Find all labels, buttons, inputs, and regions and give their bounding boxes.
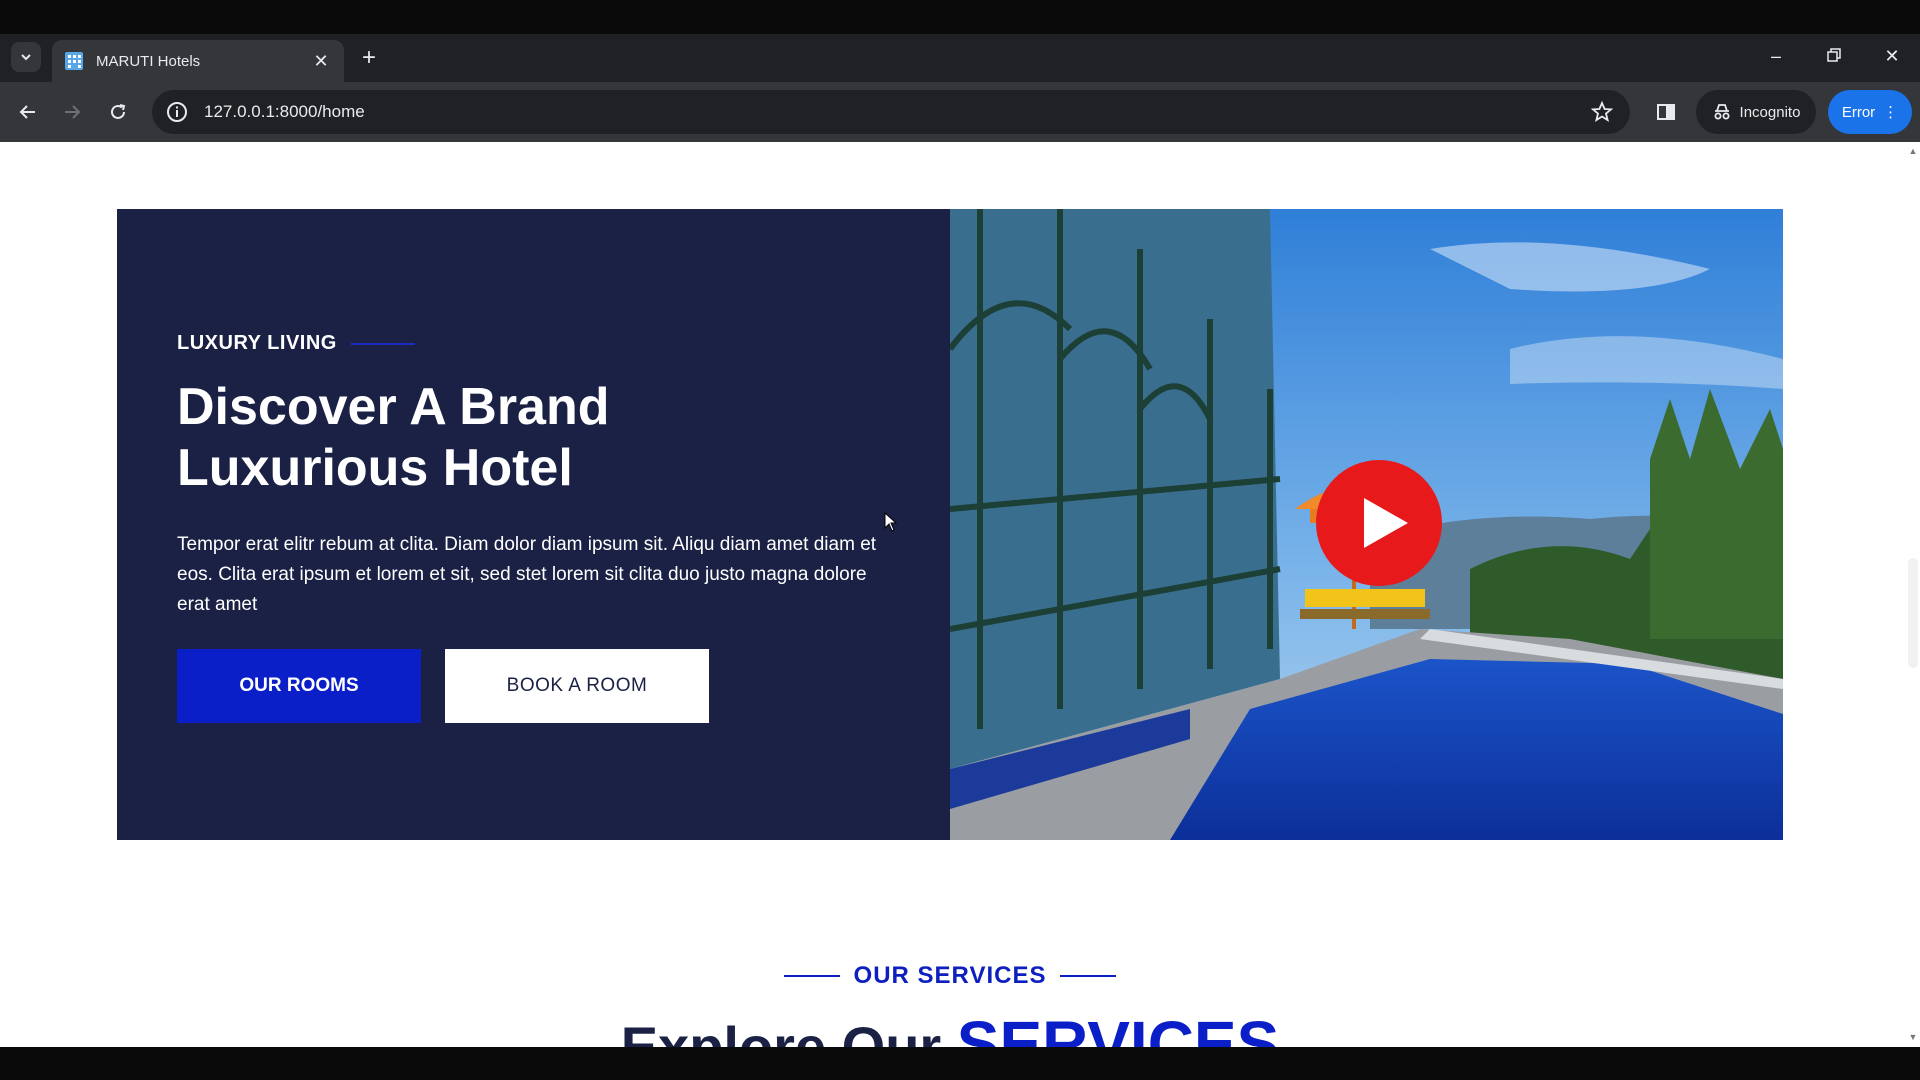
url-text: 127.0.0.1:8000/home [204,102,365,121]
hero-section: LUXURY LIVING Discover A Brand Luxurious… [117,209,1783,840]
close-icon[interactable]: ✕ [310,51,332,72]
browser-tab[interactable]: MARUTI Hotels ✕ [52,40,344,82]
browser-toolbar: 127.0.0.1:8000/home Incognito Error ⋮ [0,82,1920,142]
new-tab-button[interactable]: + [356,46,382,72]
incognito-indicator[interactable]: Incognito [1696,90,1816,134]
error-label: Error [1841,103,1876,121]
services-section: OUR SERVICES Explore Our SERVICES [0,962,1900,1047]
page-viewport: LUXURY LIVING Discover A Brand Luxurious… [0,142,1920,1047]
incognito-label: Incognito [1739,103,1801,121]
hero-eyebrow: LUXURY LIVING [177,332,415,355]
restore-button[interactable] [1814,46,1854,70]
incognito-icon [1714,104,1730,120]
restore-icon [1827,48,1841,62]
tab-search-button[interactable] [11,42,41,72]
back-button[interactable] [12,96,44,128]
info-icon[interactable] [166,101,188,123]
screen-top-border [0,0,1920,34]
tab-title: MARUTI Hotels [96,52,201,70]
hero-title-line-1: Discover A Brand [177,378,610,436]
error-menu-button[interactable]: Error ⋮ [1828,90,1912,134]
hero-title: Discover A Brand Luxurious Hotel [177,377,877,499]
services-heading-plain: Explore Our [620,1015,942,1047]
services-line-right [1060,975,1117,977]
star-icon[interactable] [1590,100,1614,124]
hero-eyebrow-text: LUXURY LIVING [177,332,337,354]
services-heading-accent: SERVICES [956,1008,1280,1047]
screen-bottom-border [0,1047,1920,1080]
side-panel-button[interactable] [1650,96,1682,128]
page-scrollbar[interactable]: ▲ ▼ [1906,142,1920,1047]
building-icon [65,52,83,70]
side-panel-icon [1657,104,1675,120]
arrow-right-icon [65,105,81,119]
play-icon[interactable] [1316,460,1442,586]
hero-description: Tempor erat elitr rebum at clita. Diam d… [177,534,877,615]
services-eyebrow-text: OUR SERVICES [853,962,1047,989]
hero-text-panel: LUXURY LIVING Discover A Brand Luxurious… [117,209,950,840]
our-rooms-button[interactable]: OUR ROOMS [177,649,421,723]
services-heading: Explore Our SERVICES [0,1007,1900,1047]
book-a-room-button[interactable]: BOOK A ROOM [445,649,709,723]
hero-title-line-2: Luxurious Hotel [177,439,573,497]
window-close-button[interactable]: ✕ [1872,46,1912,70]
forward-button[interactable] [56,96,88,128]
services-eyebrow: OUR SERVICES [783,962,1117,990]
minimize-button[interactable]: – [1756,46,1796,70]
mouse-cursor-icon [884,512,898,532]
hero-video-panel[interactable] [950,209,1783,840]
eyebrow-divider [350,342,415,345]
scroll-up-icon[interactable]: ▲ [1908,146,1918,156]
tab-strip: MARUTI Hotels ✕ + – ✕ [0,34,1920,82]
reload-icon [111,104,126,119]
kebab-menu-icon: ⋮ [1883,104,1899,121]
scroll-thumb[interactable] [1908,558,1918,668]
scroll-down-icon[interactable]: ▼ [1908,1032,1918,1042]
chevron-down-icon [21,54,31,61]
reload-button[interactable] [102,96,134,128]
arrow-left-icon [19,105,35,119]
services-line-left [783,975,840,977]
plus-icon: + [361,44,376,71]
address-bar[interactable]: 127.0.0.1:8000/home [152,90,1630,134]
